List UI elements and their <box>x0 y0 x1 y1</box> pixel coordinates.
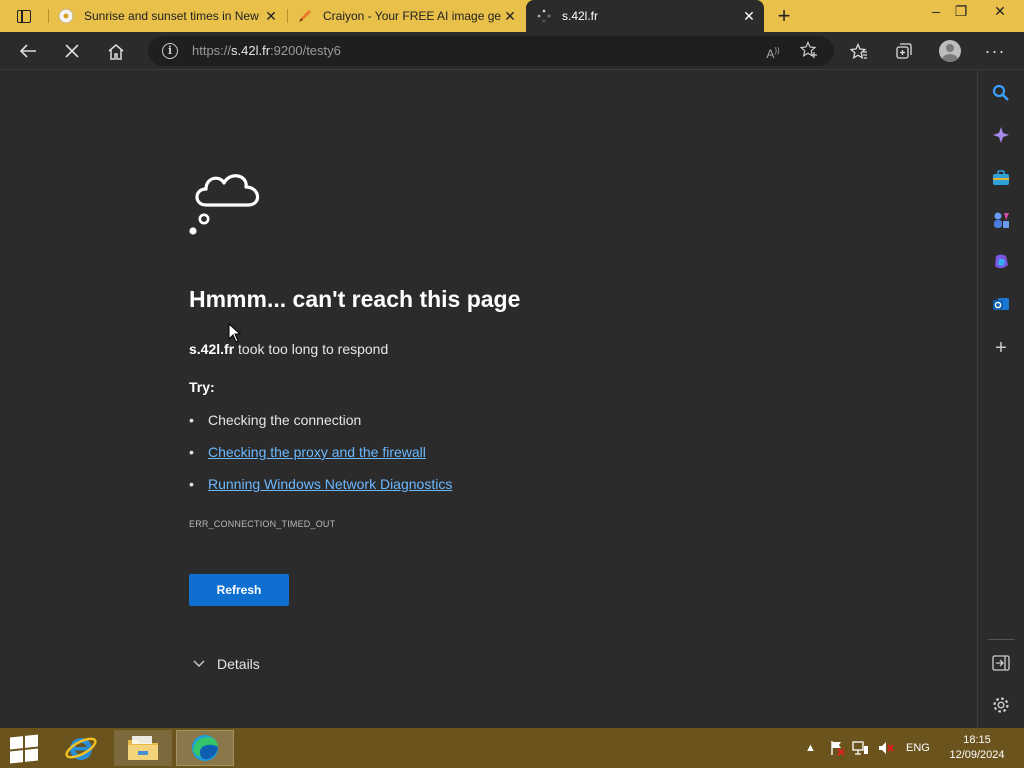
tab-s42l[interactable]: s.42l.fr ✕ <box>526 0 764 32</box>
tab-actions-icon <box>17 9 31 23</box>
tab-title: s.42l.fr <box>562 9 599 23</box>
tab-craiyon[interactable]: Craiyon - Your FREE AI image ge ✕ <box>287 0 525 32</box>
stop-icon <box>65 44 79 58</box>
close-window-button[interactable]: ✕ <box>984 0 1016 24</box>
close-tab-icon[interactable]: ✕ <box>501 8 519 25</box>
favorites-button[interactable] <box>843 35 875 67</box>
bullet: • <box>189 444 194 460</box>
details-label: Details <box>217 656 260 672</box>
input-language-indicator[interactable]: ENG <box>906 728 930 768</box>
chevron-down-icon <box>192 657 206 671</box>
sidebar-settings-icon[interactable] <box>990 694 1012 716</box>
collections-icon <box>896 43 912 59</box>
network-icon[interactable] <box>852 728 870 768</box>
refresh-button[interactable]: Refresh <box>189 574 289 606</box>
suggestion-item: • Checking the connection <box>189 412 361 428</box>
windows-start-icon[interactable] <box>10 734 38 764</box>
outlook-icon[interactable] <box>990 293 1012 315</box>
suggestion-item: • Checking the proxy and the firewall <box>189 444 426 460</box>
suggestion-text: Checking the connection <box>208 412 362 428</box>
favorites-icon <box>850 42 867 59</box>
avatar <box>939 40 961 62</box>
restore-button[interactable]: ❐ <box>945 0 977 24</box>
home-button[interactable] <box>100 35 132 67</box>
thought-cloud-icon <box>189 174 260 235</box>
more-options-icon[interactable]: ··· <box>979 35 1011 67</box>
tab-title: Craiyon - Your FREE AI image ge <box>323 9 501 23</box>
hide-sidebar-icon[interactable] <box>990 652 1012 674</box>
error-message: s.42l.fr took too long to respond <box>189 341 388 357</box>
clock[interactable]: 18:15 12/09/2024 <box>942 733 1012 763</box>
action-center-flag-icon[interactable] <box>829 728 845 768</box>
search-icon[interactable] <box>990 82 1012 104</box>
proxy-firewall-link[interactable]: Checking the proxy and the firewall <box>208 444 426 460</box>
browser-toolbar: i https://s.42l.fr:9200/testy6 A)) ··· <box>0 32 1024 70</box>
arrow-left-icon <box>19 44 36 58</box>
file-explorer-icon[interactable] <box>114 730 172 766</box>
error-host: s.42l.fr <box>189 341 235 357</box>
microsoft-edge-icon[interactable] <box>176 730 234 766</box>
stop-button[interactable] <box>56 35 88 67</box>
collections-button[interactable] <box>888 35 920 67</box>
try-label: Try: <box>189 379 215 395</box>
error-page: Hmmm... can't reach this page s.42l.fr t… <box>0 71 977 728</box>
microsoft-365-icon[interactable] <box>990 251 1012 273</box>
suggestion-item: • Running Windows Network Diagnostics <box>189 476 452 492</box>
bullet: • <box>189 412 194 428</box>
error-message-text: took too long to respond <box>234 341 389 357</box>
sidebar-divider <box>988 639 1015 640</box>
tools-briefcase-icon[interactable] <box>990 167 1012 189</box>
mouse-cursor-icon <box>228 323 242 343</box>
loading-icon <box>536 8 552 24</box>
copilot-sparkle-icon[interactable] <box>990 124 1012 146</box>
read-aloud-icon[interactable]: A)) <box>762 41 784 61</box>
network-diagnostics-link[interactable]: Running Windows Network Diagnostics <box>208 476 452 492</box>
close-tab-icon[interactable]: ✕ <box>262 8 280 25</box>
title-bar: Sunrise and sunset times in New ✕ Craiyo… <box>0 0 1024 32</box>
crayon-icon <box>297 8 313 24</box>
sun-icon <box>58 8 74 24</box>
add-sidebar-app-icon[interactable]: + <box>990 337 1012 359</box>
close-tab-icon[interactable]: ✕ <box>740 8 758 25</box>
site-info-icon[interactable]: i <box>162 43 178 59</box>
windows-taskbar: ▲ ENG 18:15 12/09/2024 <box>0 728 1024 768</box>
home-icon <box>108 43 124 60</box>
internet-explorer-icon[interactable] <box>52 730 110 766</box>
tab-title: Sunrise and sunset times in New <box>84 9 259 23</box>
clock-time: 18:15 <box>963 734 991 746</box>
url-text[interactable]: https://s.42l.fr:9200/testy6 <box>192 43 341 58</box>
bullet: • <box>189 476 194 492</box>
profile-button[interactable] <box>934 35 966 67</box>
games-icon[interactable] <box>990 209 1012 231</box>
new-tab-button[interactable]: + <box>770 2 798 30</box>
tab-actions-button[interactable] <box>8 4 40 28</box>
details-toggle[interactable]: Details <box>192 656 260 672</box>
volume-muted-icon[interactable] <box>877 728 895 768</box>
error-heading: Hmmm... can't reach this page <box>189 286 521 312</box>
clock-date: 12/09/2024 <box>949 749 1005 761</box>
edge-sidebar: + <box>977 71 1024 728</box>
back-button[interactable] <box>12 35 44 67</box>
error-code: ERR_CONNECTION_TIMED_OUT <box>189 519 336 529</box>
show-hidden-icons-button[interactable]: ▲ <box>805 728 816 768</box>
add-favorite-icon[interactable] <box>798 41 820 61</box>
address-bar[interactable]: i https://s.42l.fr:9200/testy6 A)) <box>148 36 834 66</box>
tab-sunrise[interactable]: Sunrise and sunset times in New ✕ <box>48 0 286 32</box>
